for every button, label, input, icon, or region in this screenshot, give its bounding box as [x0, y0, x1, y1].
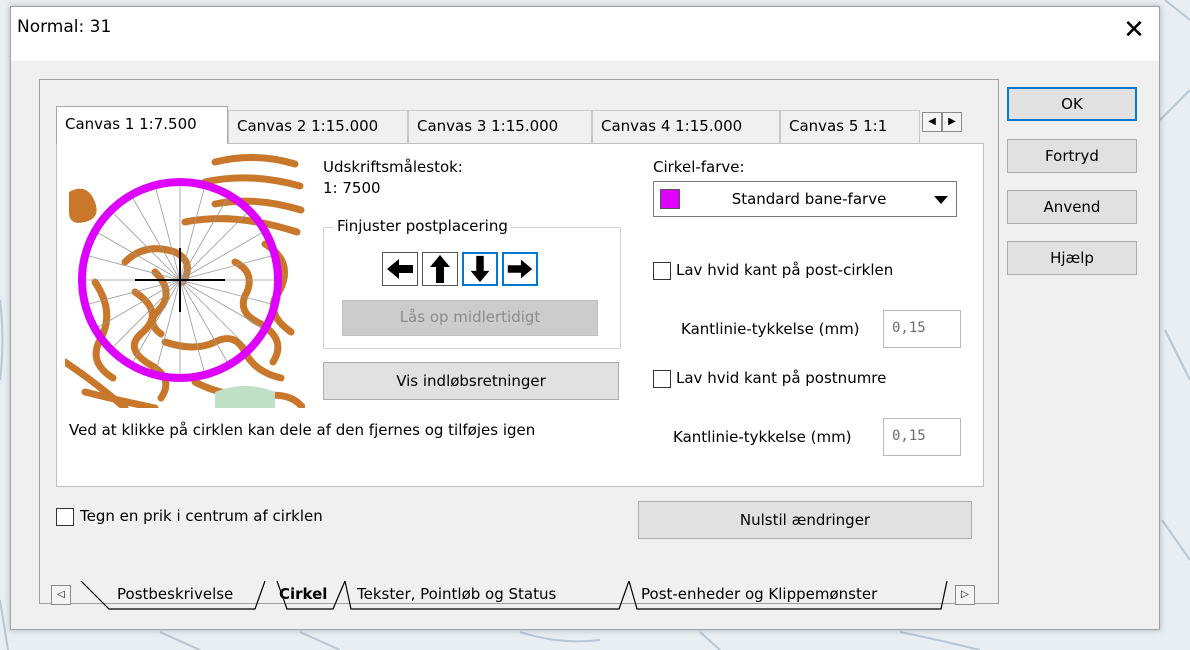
circle-thickness-label: Kantlinie-tykkelse (mm) — [681, 320, 860, 338]
bottom-tab-scroll-left-icon[interactable]: ◁ — [51, 585, 71, 605]
white-edge-numbers-label: Lav hvid kant på postnumre — [676, 369, 887, 387]
title-bar: Normal: 31 ✕ — [11, 7, 1159, 61]
dialog-client-area: OK Fortryd Anvend Hjælp Canvas 1 1:7.500… — [11, 61, 1159, 629]
arrow-up-icon[interactable] — [422, 252, 458, 286]
main-panel: Canvas 1 1:7.500 Canvas 2 1:15.000 Canva… — [39, 79, 999, 604]
hint-text: Ved at klikke på cirklen kan dele af den… — [69, 421, 536, 439]
ok-button[interactable]: OK — [1007, 87, 1137, 121]
dialog-window: Normal: 31 ✕ OK Fortryd Anvend Hjælp Can… — [10, 6, 1160, 630]
tab-canvas-2[interactable]: Canvas 2 1:15.000 — [228, 110, 408, 144]
show-directions-button[interactable]: Vis indløbsretninger — [323, 362, 619, 400]
circle-thickness-input[interactable]: 0,15 — [883, 310, 961, 348]
canvas-tab-strip: Canvas 1 1:7.500 Canvas 2 1:15.000 Canva… — [56, 106, 986, 144]
arrow-down-icon[interactable] — [462, 252, 498, 286]
tab-canvas-1[interactable]: Canvas 1 1:7.500 — [56, 106, 228, 144]
unlock-temporarily-button[interactable]: Lås op midlertidigt — [342, 300, 598, 336]
close-icon[interactable]: ✕ — [1119, 15, 1149, 45]
white-edge-numbers-checkbox[interactable] — [653, 370, 671, 388]
scale-label: Udskriftsmålestok: — [323, 158, 463, 176]
help-button[interactable]: Hjælp — [1007, 241, 1137, 275]
numbers-thickness-input[interactable]: 0,15 — [883, 418, 961, 456]
color-swatch — [660, 189, 680, 209]
circle-color-label: Cirkel-farve: — [653, 158, 745, 176]
arrow-right-icon[interactable] — [502, 252, 538, 286]
arrow-left-icon[interactable] — [382, 252, 418, 286]
white-edge-circle-checkbox[interactable] — [653, 262, 671, 280]
cancel-button[interactable]: Fortryd — [1007, 139, 1137, 173]
bottom-tab-strip: ◁ Postbeskrivelse Cirkel Tekster, Pointl… — [51, 581, 991, 611]
apply-button[interactable]: Anvend — [1007, 190, 1137, 224]
window-title: Normal: 31 — [17, 17, 112, 37]
tab-scroll-left-icon[interactable]: ◀ — [922, 112, 942, 132]
canvas-tab-page: Udskriftsmålestok: 1: 7500 Finjuster pos… — [56, 143, 984, 487]
tab-tekster[interactable]: Tekster, Pointløb og Status — [351, 581, 562, 609]
fine-adjust-group: Finjuster postplacering Lås op midlertid… — [323, 217, 621, 349]
tab-canvas-3[interactable]: Canvas 3 1:15.000 — [408, 110, 592, 144]
center-dot-label: Tegn en prik i centrum af cirklen — [80, 507, 323, 525]
tab-cirkel[interactable]: Cirkel — [273, 581, 333, 609]
tab-canvas-4[interactable]: Canvas 4 1:15.000 — [592, 110, 780, 144]
reset-changes-button[interactable]: Nulstil ændringer — [638, 501, 972, 539]
circle-color-value: Standard bane-farve — [731, 190, 887, 208]
circle-preview-image[interactable] — [65, 152, 305, 408]
chevron-down-icon[interactable] — [928, 184, 954, 214]
tab-post-enheder[interactable]: Post-enheder og Klippemønster — [635, 581, 883, 609]
scale-value: 1: 7500 — [323, 179, 381, 197]
fine-adjust-title: Finjuster postplacering — [334, 217, 511, 235]
center-dot-checkbox[interactable] — [56, 508, 74, 526]
tab-postbeskrivelse[interactable]: Postbeskrivelse — [111, 581, 239, 609]
numbers-thickness-label: Kantlinie-tykkelse (mm) — [673, 428, 852, 446]
white-edge-circle-label: Lav hvid kant på post-cirklen — [676, 261, 894, 279]
tab-scroll-right-icon[interactable]: ▶ — [942, 112, 962, 132]
tab-canvas-5[interactable]: Canvas 5 1:1 — [780, 110, 920, 144]
circle-color-select[interactable]: Standard bane-farve — [653, 181, 957, 217]
bottom-tab-scroll-right-icon[interactable]: ▷ — [955, 585, 975, 605]
